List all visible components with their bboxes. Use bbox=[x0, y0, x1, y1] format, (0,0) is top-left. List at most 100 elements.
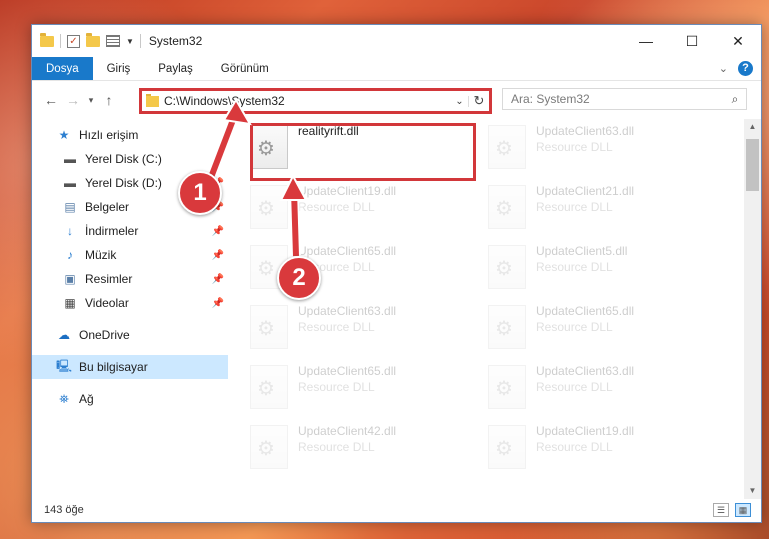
refresh-icon[interactable]: ↻ bbox=[469, 93, 489, 109]
scroll-up-icon[interactable]: ▲ bbox=[744, 119, 761, 135]
chevron-down-icon[interactable]: ▼ bbox=[126, 37, 134, 46]
sidebar-item-label: Bu bilgisayar bbox=[79, 360, 148, 374]
file-type: Resource DLL bbox=[298, 440, 375, 454]
pin-icon[interactable]: 📌 bbox=[212, 226, 224, 237]
sidebar-item-label: Yerel Disk (D:) bbox=[85, 176, 162, 190]
star-icon: ★ bbox=[58, 128, 70, 142]
file-name: UpdateClient63.dll bbox=[298, 304, 397, 318]
item-count: 143 öğe bbox=[44, 504, 84, 516]
step-badge-1: 1 bbox=[178, 171, 222, 215]
drive-icon: ▬ bbox=[64, 152, 76, 166]
file-item[interactable]: UpdateClient65.dll Resource DLL bbox=[230, 359, 460, 419]
tab-view[interactable]: Görünüm bbox=[207, 57, 283, 80]
file-item[interactable]: UpdateClient63.dll Resource DLL bbox=[230, 299, 460, 359]
sidebar-item-label: Hızlı erişim bbox=[79, 128, 139, 142]
file-item[interactable]: UpdateClient42.dll Resource DLL bbox=[230, 419, 460, 479]
file-type: Resource DLL bbox=[536, 380, 613, 394]
sidebar-item-label: Yerel Disk (C:) bbox=[85, 152, 162, 166]
forward-arrow-icon[interactable]: → bbox=[62, 92, 84, 108]
pin-icon[interactable]: 📌 bbox=[212, 250, 224, 261]
address-bar[interactable]: C:\Windows\System32 ⌄ ↻ bbox=[139, 88, 492, 114]
videos-icon: ▦ bbox=[64, 296, 76, 310]
tab-share[interactable]: Paylaş bbox=[144, 57, 207, 80]
properties-check-icon[interactable]: ✓ bbox=[67, 34, 80, 48]
tab-file[interactable]: Dosya bbox=[32, 57, 93, 80]
file-item[interactable]: UpdateClient65.dll Resource DLL bbox=[230, 239, 460, 299]
computer-icon: 🖳 bbox=[56, 358, 73, 373]
dll-file-icon bbox=[488, 365, 526, 409]
dll-file-icon bbox=[488, 185, 526, 229]
pin-icon[interactable]: 📌 bbox=[212, 274, 224, 285]
file-name: UpdateClient65.dll bbox=[298, 244, 397, 258]
file-item[interactable]: UpdateClient19.dll Resource DLL bbox=[230, 179, 460, 239]
file-item[interactable]: UpdateClient21.dll Resource DLL bbox=[468, 179, 698, 239]
file-name: UpdateClient63.dll bbox=[536, 124, 635, 138]
address-dropdown-icon[interactable]: ⌄ bbox=[451, 95, 469, 107]
sidebar-item-network[interactable]: ⛯ Ağ bbox=[32, 387, 228, 411]
file-type: Resource DLL bbox=[536, 140, 613, 154]
drive-icon: ▬ bbox=[64, 176, 76, 190]
sidebar-item-label: OneDrive bbox=[79, 328, 130, 342]
search-icon[interactable]: ⌕ bbox=[724, 92, 746, 107]
details-view-icon[interactable]: ☰ bbox=[713, 503, 729, 517]
file-name: UpdateClient65.dll bbox=[298, 364, 397, 378]
scrollbar-thumb[interactable] bbox=[746, 139, 759, 191]
scroll-down-icon[interactable]: ▼ bbox=[744, 483, 761, 499]
address-path[interactable]: C:\Windows\System32 bbox=[164, 94, 451, 108]
sidebar-item-onedrive[interactable]: ☁ OneDrive bbox=[32, 323, 228, 347]
recent-dropdown-icon[interactable]: ▾ bbox=[84, 95, 98, 106]
pin-icon[interactable]: 📌 bbox=[212, 298, 224, 309]
explorer-window: ✓ ▼ System32 — ☐ ✕ Dosya Giriş Paylaş Gö… bbox=[31, 24, 762, 523]
tab-home[interactable]: Giriş bbox=[93, 57, 145, 80]
sidebar-item-videos[interactable]: ▦ Videolar 📌 bbox=[32, 291, 228, 315]
back-arrow-icon[interactable]: ← bbox=[40, 92, 62, 108]
file-name: UpdateClient65.dll bbox=[536, 304, 635, 318]
close-button[interactable]: ✕ bbox=[715, 25, 761, 57]
search-box[interactable]: Ara: System32 ⌕ bbox=[502, 88, 747, 110]
up-arrow-icon[interactable]: ↑ bbox=[98, 92, 120, 108]
vertical-scrollbar[interactable]: ▲ ▼ bbox=[744, 119, 761, 499]
maximize-button[interactable]: ☐ bbox=[669, 25, 715, 57]
file-item[interactable]: UpdateClient63.dll Resource DLL bbox=[468, 119, 698, 179]
dll-file-icon bbox=[488, 425, 526, 469]
new-folder-icon[interactable] bbox=[86, 32, 100, 47]
sidebar-item-this-pc[interactable]: 🖳 Bu bilgisayar bbox=[32, 355, 228, 379]
file-item[interactable]: UpdateClient5.dll Resource DLL bbox=[468, 239, 698, 299]
divider bbox=[139, 34, 141, 48]
highlight-box bbox=[250, 123, 476, 181]
sidebar-item-quick-access[interactable]: ★ Hızlı erişim bbox=[32, 123, 228, 147]
dll-file-icon bbox=[250, 425, 288, 469]
sidebar-item-label: Videolar bbox=[85, 296, 129, 310]
customize-icon[interactable] bbox=[106, 35, 120, 47]
file-item[interactable]: UpdateClient65.dll Resource DLL bbox=[468, 299, 698, 359]
help-icon[interactable]: ? bbox=[738, 61, 753, 76]
sidebar-item-label: Belgeler bbox=[85, 200, 130, 214]
sidebar-item-music[interactable]: ♪ Müzik 📌 bbox=[32, 243, 228, 267]
file-item[interactable]: UpdateClient63.dll Resource DLL bbox=[468, 359, 698, 419]
dll-file-icon bbox=[488, 125, 526, 169]
sidebar-item-disk-c[interactable]: ▬ Yerel Disk (C:) bbox=[32, 147, 228, 171]
file-type: Resource DLL bbox=[536, 200, 613, 214]
file-type: Resource DLL bbox=[536, 260, 613, 274]
sidebar-item-label: Ağ bbox=[79, 392, 94, 406]
file-name: UpdateClient19.dll bbox=[536, 424, 635, 438]
minimize-button[interactable]: — bbox=[623, 25, 669, 57]
folder-icon bbox=[146, 93, 159, 107]
divider bbox=[60, 34, 61, 48]
sidebar-item-pictures[interactable]: ▣ Resimler 📌 bbox=[32, 267, 228, 291]
download-icon: ↓ bbox=[67, 224, 73, 238]
search-input[interactable]: Ara: System32 bbox=[511, 92, 724, 106]
window-title: System32 bbox=[148, 34, 203, 48]
large-icons-view-icon[interactable]: ▦ bbox=[735, 503, 751, 517]
file-item[interactable]: UpdateClient19.dll Resource DLL bbox=[468, 419, 698, 479]
documents-icon: ▤ bbox=[64, 200, 76, 214]
file-name: UpdateClient63.dll bbox=[536, 364, 635, 378]
ribbon-right: ⌄ ? bbox=[719, 61, 753, 76]
expand-ribbon-icon[interactable]: ⌄ bbox=[719, 62, 728, 75]
status-bar: 143 öğe ☰ ▦ bbox=[32, 498, 761, 522]
file-type: Resource DLL bbox=[536, 320, 613, 334]
dll-file-icon bbox=[250, 305, 288, 349]
dll-file-icon bbox=[250, 185, 288, 229]
file-list: realityrift.dll UpdateClient63.dll Resou… bbox=[230, 119, 742, 499]
sidebar-item-downloads[interactable]: ↓ İndirmeler 📌 bbox=[32, 219, 228, 243]
